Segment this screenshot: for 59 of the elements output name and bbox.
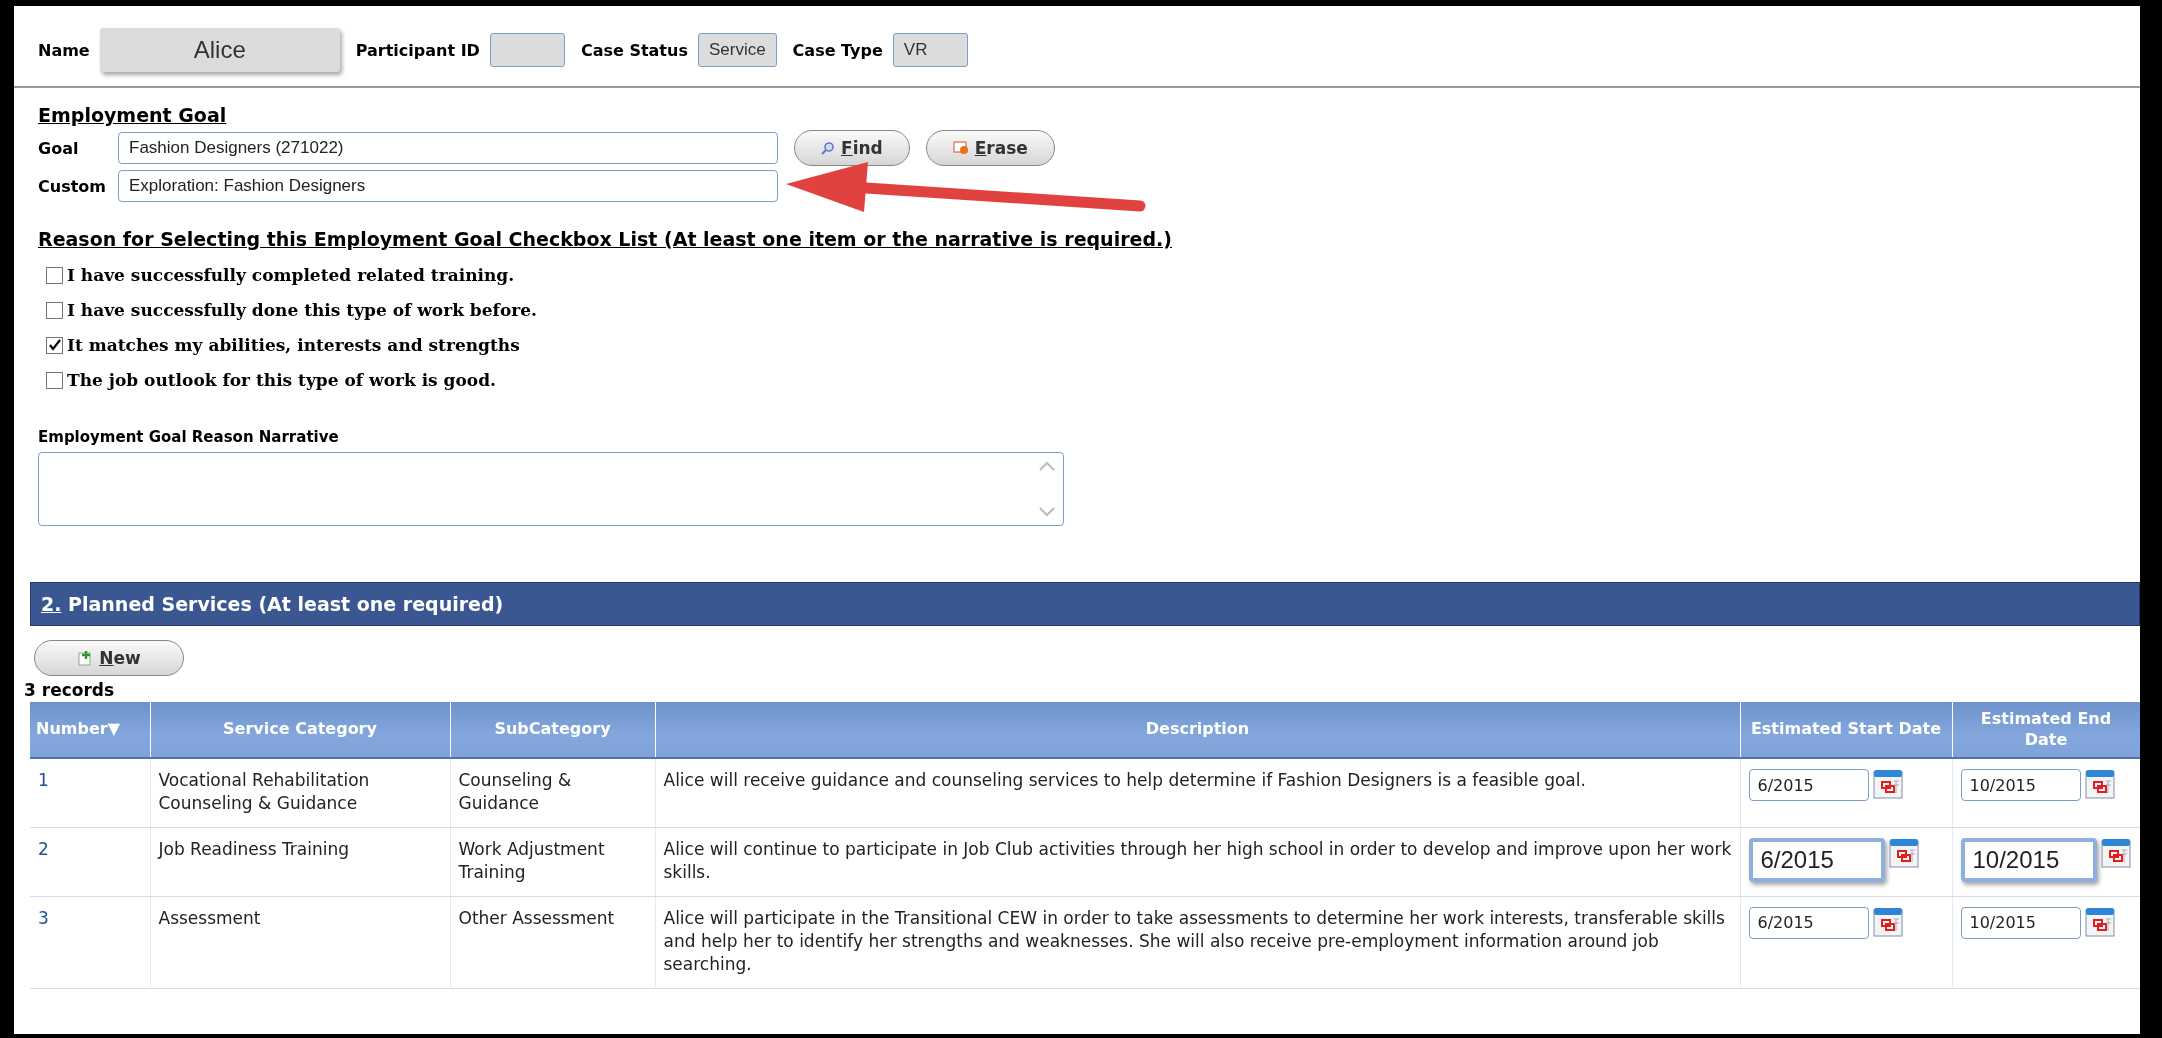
name-field: Alice <box>99 28 340 72</box>
field-label: Name <box>38 40 90 60</box>
erase-button[interactable]: Erase <box>925 130 1055 166</box>
column-header: Estimated End Date <box>1952 702 2140 758</box>
table-cell: Work Adjustment Training <box>458 838 605 882</box>
start-date-field[interactable]: 6/2015 <box>1748 906 1869 939</box>
readonly-field: VR <box>892 33 968 67</box>
table-cell: Vocational Rehabilitation Counseling & Guidance <box>158 770 370 813</box>
calendar-icon[interactable] <box>1872 769 1903 799</box>
checkbox-label: I have successfully done this type of work before. <box>67 300 537 320</box>
calendar-icon[interactable] <box>2084 906 2115 937</box>
start-date-field[interactable]: 6/2015 <box>1748 837 1885 882</box>
calendar-icon[interactable] <box>1872 906 1903 937</box>
goal-field[interactable]: Fashion Designers (271022) <box>118 132 778 164</box>
checkbox-label: It matches my abilities, interests and strengths <box>67 335 520 355</box>
field-label: Goal <box>38 138 80 158</box>
table-cell: Counseling & Guidance <box>458 770 572 813</box>
checkbox[interactable] <box>46 266 63 284</box>
table-cell: Assessment <box>158 907 261 928</box>
field-label: Employment Goal Reason Narrative <box>38 428 340 446</box>
end-date-field[interactable]: 10/2015 <box>1960 906 2081 939</box>
table-cell: Alice will receive guidance and counseling services to help determine if Fashion Designers is a feasible goal. <box>663 770 1586 790</box>
start-date-field[interactable]: 6/2015 <box>1748 769 1869 801</box>
end-date-field[interactable]: 10/2015 <box>1960 769 2081 801</box>
field-label: Case Status <box>580 40 688 60</box>
find-button[interactable]: Find <box>794 130 910 166</box>
record-count: 3 records <box>24 680 116 700</box>
end-date-field[interactable]: 10/2015 <box>1960 837 2097 882</box>
calendar-icon[interactable] <box>1888 837 1919 868</box>
row-number[interactable]: 2 <box>38 838 49 859</box>
table-cell: Alice will participate in the Transitional CEW in order to take assessments to determine her work interests, transferable skills and help her to identify her strengths and weaknesses. She will also receive pre-employment information around job searching. <box>663 907 1725 974</box>
table-cell: Alice will continue to participate in Job Club activities through her high school in order to develop and improve upon her work skills. <box>663 838 1732 882</box>
row-number[interactable]: 1 <box>38 770 49 790</box>
section-heading: Employment Goal <box>38 104 228 126</box>
checkbox[interactable] <box>46 371 63 389</box>
section-header-bar: 2. Planned Services (At least one required) <box>30 582 2140 626</box>
search-icon <box>821 141 835 155</box>
custom-field[interactable]: Exploration: Fashion Designers <box>118 170 778 202</box>
new-document-icon <box>77 650 94 666</box>
field-label: Participant ID <box>355 40 480 60</box>
checkbox[interactable] <box>46 336 63 354</box>
section-heading: Reason for Selecting this Employment Goal Checkbox List (At least one item or the narrative is required.) <box>38 228 1173 250</box>
column-header: SubCategory <box>450 702 655 758</box>
calendar-icon[interactable] <box>2100 837 2131 868</box>
checkbox-label: The job outlook for this type of work is good. <box>67 370 496 390</box>
readonly-field: Service <box>697 33 777 67</box>
new-button[interactable]: New <box>34 640 184 676</box>
table-cell: Job Readiness Training <box>158 838 349 859</box>
column-header: Service Category <box>150 702 450 758</box>
calendar-icon[interactable] <box>2084 769 2115 799</box>
eraser-icon <box>952 141 969 155</box>
field-label: Custom <box>38 176 107 196</box>
table-cell: Other Assessment <box>458 907 615 928</box>
row-number[interactable]: 3 <box>38 907 49 928</box>
field-label: Case Type <box>792 40 883 60</box>
column-header: Description <box>655 702 1740 758</box>
checkbox-label: I have successfully completed related training. <box>67 265 515 285</box>
checkbox[interactable] <box>46 301 63 319</box>
column-header: Estimated Start Date <box>1740 702 1952 758</box>
